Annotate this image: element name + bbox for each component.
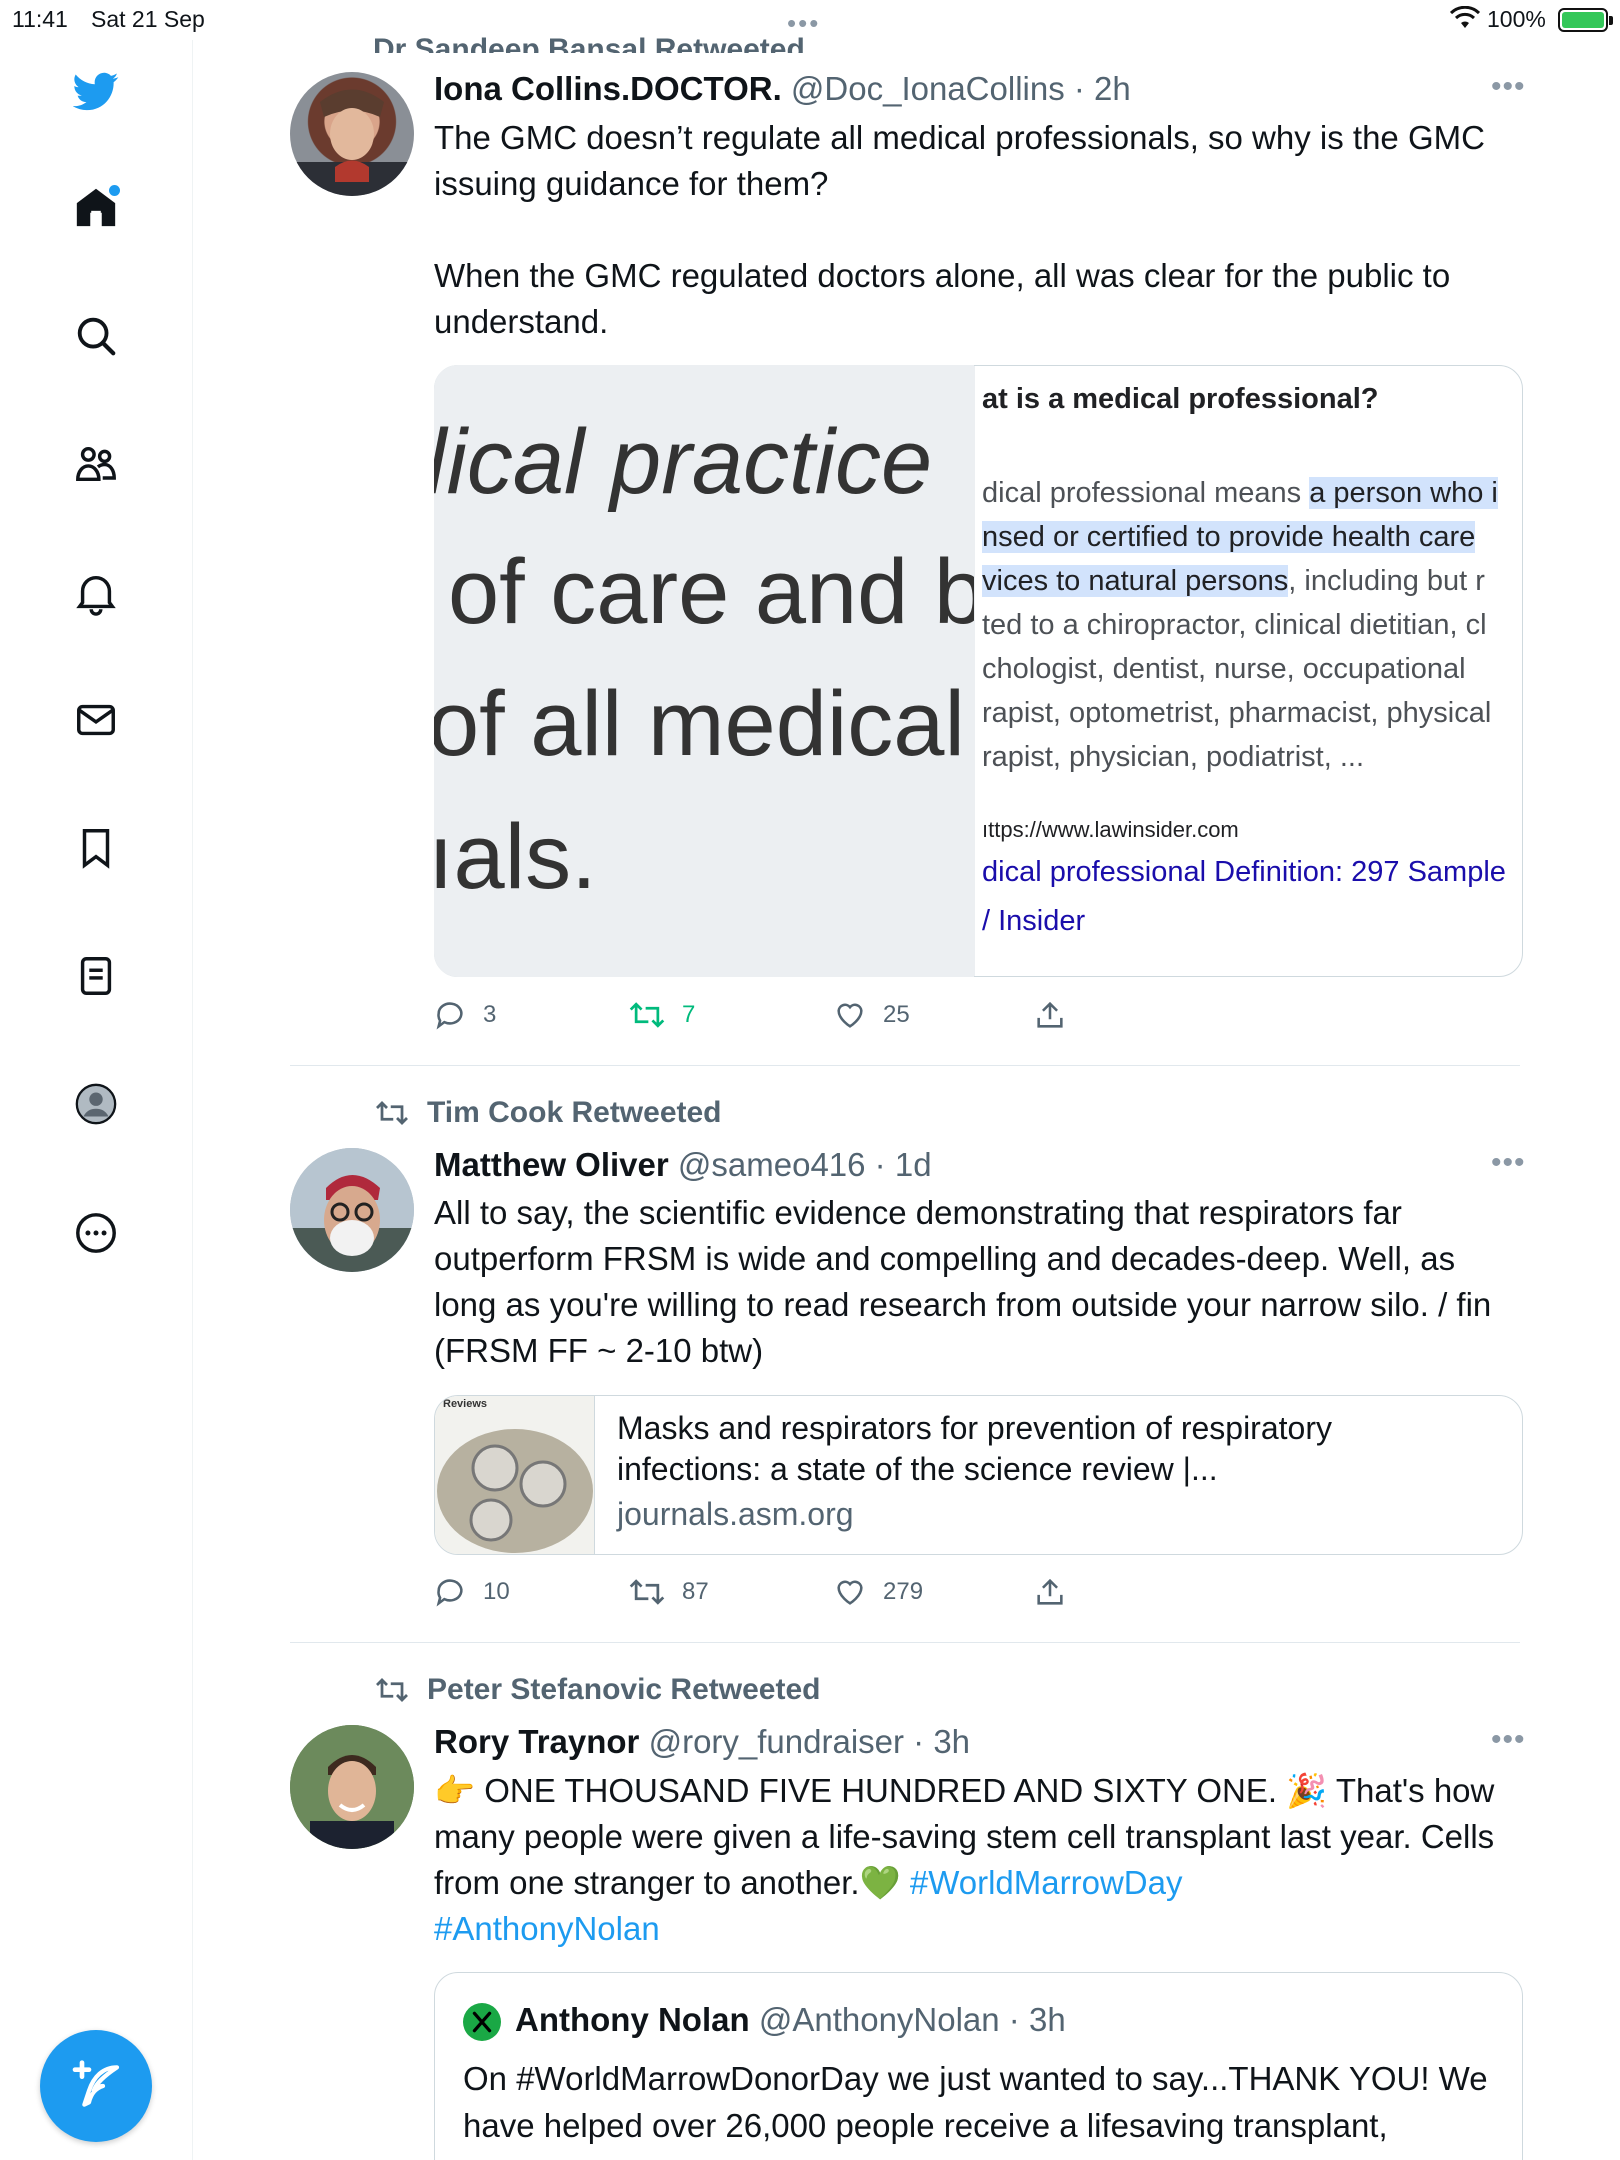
tweet-text: All to say, the scientific evidence demo… bbox=[434, 1194, 1501, 1369]
like-button[interactable]: 25 bbox=[833, 998, 910, 1032]
tweet-actions: 10 87 279 bbox=[433, 1575, 1113, 1615]
retweet-context-label: Peter Stefanovic Retweeted bbox=[427, 1673, 821, 1706]
retweet-count: 7 bbox=[682, 1001, 696, 1028]
tweet-image-card[interactable] bbox=[434, 365, 1523, 977]
retweet-context-label: Dr Sandeep Bansal Retweeted bbox=[373, 33, 805, 53]
status-date: Sat 21 Sep bbox=[91, 6, 205, 32]
retweet-icon bbox=[376, 1678, 408, 1702]
like-count: 25 bbox=[883, 1001, 910, 1028]
retweet-context[interactable]: Peter Stefanovic Retweeted bbox=[373, 1673, 820, 1707]
retweet-icon bbox=[376, 1101, 408, 1125]
image-crop-left bbox=[435, 366, 975, 976]
tweet-author-line[interactable]: Matthew Oliver @sameo416 · 1d bbox=[434, 1146, 932, 1184]
quoted-tweet-text: On #WorldMarrowDonorDay we just wanted t… bbox=[463, 2060, 1488, 2144]
author-name[interactable]: Matthew Oliver bbox=[434, 1146, 669, 1183]
lists-icon[interactable] bbox=[70, 950, 122, 1002]
tweet-text: 👉 ONE THOUSAND FIVE HUNDRED AND SIXTY ON… bbox=[434, 1768, 1524, 1952]
share-icon bbox=[1037, 1001, 1063, 1028]
quoted-tweet[interactable]: Anthony Nolan @AnthonyNolan · 3h On #Wor… bbox=[434, 1972, 1523, 2160]
quoted-author-avatar[interactable] bbox=[463, 2003, 501, 2041]
tweet-divider bbox=[290, 1642, 1520, 1643]
search-icon[interactable] bbox=[70, 310, 122, 362]
tweet-more-icon[interactable]: ••• bbox=[1491, 1146, 1526, 1180]
quoted-author-line[interactable]: Anthony Nolan @AnthonyNolan · 3h bbox=[515, 2001, 1066, 2039]
profile-avatar-icon[interactable] bbox=[70, 1078, 122, 1130]
tweet-more-icon[interactable]: ••• bbox=[1491, 1723, 1526, 1757]
like-button[interactable]: 279 bbox=[833, 1575, 923, 1609]
retweet-icon bbox=[629, 1579, 665, 1605]
anthony-nolan-logo-icon bbox=[472, 2011, 492, 2033]
compose-feather-icon bbox=[72, 2060, 120, 2107]
compose-tweet-button[interactable] bbox=[40, 2030, 152, 2142]
heart-icon bbox=[837, 1580, 863, 1605]
author-avatar[interactable] bbox=[290, 1725, 414, 1849]
status-time: 11:41 bbox=[12, 6, 68, 32]
twitter-logo-icon[interactable] bbox=[70, 65, 122, 117]
link-preview-card[interactable]: Reviews Masks and respirators for preven… bbox=[434, 1395, 1523, 1555]
author-handle[interactable]: @sameo416 · 1d bbox=[678, 1146, 932, 1183]
hashtag-link[interactable]: #AnthonyNolan bbox=[434, 1910, 660, 1947]
author-name[interactable]: Iona Collins.DOCTOR. bbox=[434, 70, 782, 107]
quoted-author-name: Anthony Nolan bbox=[515, 2001, 750, 2038]
author-avatar[interactable] bbox=[290, 72, 414, 196]
communities-icon[interactable] bbox=[70, 438, 122, 490]
link-thumbnail: Reviews bbox=[435, 1396, 595, 1554]
reply-icon bbox=[436, 1579, 463, 1607]
like-count: 279 bbox=[883, 1578, 924, 1605]
tweet-author-line[interactable]: Iona Collins.DOCTOR. @Doc_IonaCollins · … bbox=[434, 70, 1131, 108]
author-handle[interactable]: @Doc_IonaCollins · 2h bbox=[791, 70, 1131, 107]
reply-count: 3 bbox=[483, 1001, 497, 1028]
home-icon[interactable] bbox=[70, 181, 122, 233]
author-handle[interactable]: @rory_fundraiser · 3h bbox=[649, 1723, 970, 1760]
tweet-divider bbox=[290, 1065, 1520, 1066]
retweet-context-label: Tim Cook Retweeted bbox=[427, 1096, 722, 1129]
reply-button[interactable]: 10 bbox=[433, 1575, 510, 1609]
timeline-feed: Dr Sandeep Bansal Retweeted Iona Collins… bbox=[193, 0, 1620, 2160]
messages-envelope-icon[interactable] bbox=[70, 694, 122, 746]
link-domain: journals.asm.org bbox=[617, 1496, 854, 1532]
author-name[interactable]: Rory Traynor bbox=[434, 1723, 639, 1760]
reply-icon bbox=[436, 1002, 463, 1030]
retweet-button[interactable]: 87 bbox=[628, 1575, 709, 1609]
retweet-count: 87 bbox=[682, 1578, 709, 1605]
tweet-author-line[interactable]: Rory Traynor @rory_fundraiser · 3h bbox=[434, 1723, 970, 1761]
quoted-author-handle: @AnthonyNolan · 3h bbox=[758, 2001, 1066, 2038]
home-notification-dot bbox=[109, 185, 120, 196]
tweet-text: The GMC doesn’t regulate all medical pro… bbox=[434, 119, 1485, 340]
notifications-bell-icon[interactable] bbox=[70, 567, 122, 619]
hashtag-link[interactable]: #WorldMarrowDay bbox=[910, 1864, 1183, 1901]
share-button[interactable] bbox=[1033, 1575, 1067, 1609]
more-options-icon[interactable] bbox=[70, 1207, 122, 1259]
tweet-actions: 3 7 25 bbox=[433, 998, 1113, 1038]
reply-button[interactable]: 3 bbox=[433, 998, 496, 1032]
retweet-button[interactable]: 7 bbox=[628, 998, 695, 1032]
reply-count: 10 bbox=[483, 1578, 510, 1605]
retweet-context[interactable]: Dr Sandeep Bansal Retweeted bbox=[373, 17, 805, 53]
heart-icon bbox=[837, 1003, 863, 1028]
retweet-icon bbox=[629, 1002, 665, 1028]
share-button[interactable] bbox=[1033, 998, 1067, 1032]
bookmarks-icon[interactable] bbox=[70, 822, 122, 874]
share-icon bbox=[1037, 1578, 1063, 1605]
sidebar bbox=[0, 40, 193, 2160]
retweet-context[interactable]: Tim Cook Retweeted bbox=[373, 1096, 722, 1130]
author-avatar[interactable] bbox=[290, 1148, 414, 1272]
tweet-more-icon[interactable]: ••• bbox=[1491, 70, 1526, 104]
link-title: Masks and respirators for prevention of … bbox=[617, 1410, 1332, 1487]
